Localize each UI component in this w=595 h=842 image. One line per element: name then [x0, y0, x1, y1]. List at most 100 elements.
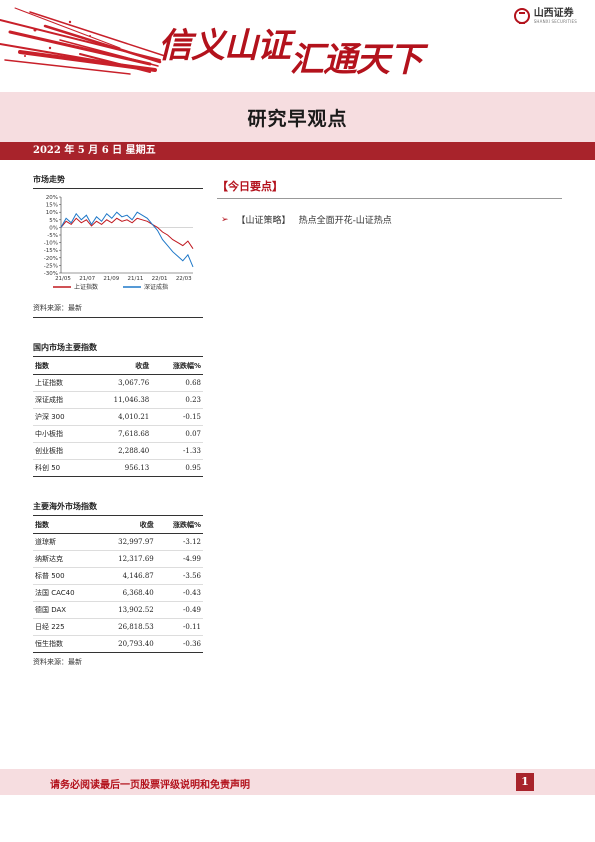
index-name: 深证成指	[33, 391, 88, 409]
title-band: 研究早观点	[0, 92, 595, 142]
index-name: 纳斯达克	[33, 550, 98, 568]
y-tick-label: -20%	[44, 256, 58, 262]
col-header-change: 涨跌幅%	[155, 516, 203, 534]
market-trend-title: 市场走势	[33, 174, 203, 189]
page-number: 1	[516, 773, 534, 791]
legend-label: 上证指数	[74, 283, 98, 291]
y-tick-label: 0%	[49, 225, 58, 231]
x-tick-label: 22/01	[152, 276, 168, 282]
close-value: 4,010.21	[87, 408, 152, 426]
close-value: 3,067.76	[87, 374, 152, 392]
close-value: 32,997.97	[97, 533, 156, 551]
table-row: 纳斯达克 12,317.69 -4.99	[33, 550, 203, 568]
close-value: 11,046.38	[87, 391, 152, 409]
disclaimer-notice: 请务必阅读最后一页股票评级说明和免责声明	[50, 780, 250, 791]
legend-label: 深证成指	[144, 283, 168, 291]
news-text[interactable]: 热点全面开花-山证热点	[299, 213, 392, 226]
change-percent: -0.11	[155, 618, 203, 636]
change-percent: 0.68	[151, 374, 203, 392]
left-column: 市场走势 20% 15% 10% 5% 0% -5% -10% -15% -20% -25% -30…	[33, 174, 203, 671]
x-tick-label: 21/09	[103, 276, 119, 282]
news-item[interactable]: ➢ 【山证策略】 热点全面开花-山证热点	[217, 213, 562, 227]
logo-name-en: SHANXI SECURITIES	[533, 18, 577, 24]
logo-mark-icon	[513, 8, 530, 24]
domestic-indices-title: 国内市场主要指数	[33, 342, 203, 357]
index-name: 日经 225	[33, 618, 98, 636]
index-name: 创业板指	[33, 442, 88, 460]
domestic-indices-table: 指数 收盘 涨跌幅% 上证指数 3,067.76 0.68 深证成指 11,046.38…	[33, 357, 203, 477]
change-percent: -3.56	[155, 567, 203, 585]
close-value: 7,618.68	[87, 425, 152, 443]
logo-name-cn: 山西证券	[533, 7, 574, 19]
close-value: 956.13	[87, 459, 152, 477]
trend-chart-svg: 20%15%10%5%0%-5%-10%-15%-20%-25%-30%21/0…	[44, 195, 194, 291]
page-title: 研究早观点	[247, 107, 348, 130]
news-tag: 【山证策略】	[236, 216, 291, 226]
table-row: 上证指数 3,067.76 0.68	[33, 374, 203, 392]
table-row: 中小板指 7,618.68 0.07	[33, 425, 203, 443]
close-value: 6,368.40	[97, 584, 156, 602]
col-header-close: 收盘	[97, 516, 156, 534]
index-name: 法国 CAC40	[33, 584, 98, 602]
index-name: 标普 500	[33, 567, 98, 585]
change-percent: -0.49	[155, 601, 203, 619]
change-percent: 0.95	[151, 459, 203, 477]
index-name: 上证指数	[33, 374, 88, 392]
close-value: 4,146.87	[97, 567, 156, 585]
table-row: 标普 500 4,146.87 -3.56	[33, 567, 203, 585]
today-highlights-title: 【今日要点】	[217, 178, 562, 199]
slogan-part1: 信义山证	[158, 26, 291, 66]
y-tick-label: 5%	[49, 218, 58, 224]
slogan: 信义山证汇通天下	[158, 18, 423, 80]
right-column: 【今日要点】 ➢ 【山证策略】 热点全面开花-山证热点	[217, 178, 562, 226]
x-tick-label: 21/11	[128, 276, 144, 282]
x-tick-label: 22/03	[176, 276, 192, 282]
overseas-indices-title: 主要海外市场指数	[33, 501, 203, 516]
close-value: 20,793.40	[97, 635, 156, 653]
y-tick-label: -5%	[47, 233, 58, 239]
footer-bar: 请务必阅读最后一页股票评级说明和免责声明 1	[0, 769, 595, 795]
table-row: 沪深 300 4,010.21 -0.15	[33, 408, 203, 426]
y-tick-label: 10%	[46, 210, 58, 216]
col-header-change: 涨跌幅%	[151, 357, 203, 375]
change-percent: -1.33	[151, 442, 203, 460]
close-value: 2,288.40	[87, 442, 152, 460]
col-header-close: 收盘	[87, 357, 152, 375]
company-logo: 山西证券 SHANXI SECURITIES	[513, 7, 577, 24]
y-tick-label: -15%	[44, 248, 58, 254]
y-tick-label: -25%	[44, 263, 58, 269]
table-source: 资料来源：最新	[33, 658, 82, 666]
index-name: 恒生指数	[33, 635, 98, 653]
close-value: 13,902.52	[97, 601, 156, 619]
table-row: 恒生指数 20,793.40 -0.36	[33, 635, 203, 653]
col-header-index: 指数	[33, 357, 88, 375]
index-name: 沪深 300	[33, 408, 88, 426]
change-percent: -3.12	[155, 533, 203, 551]
table-row: 科创 50 956.13 0.95	[33, 459, 203, 477]
y-tick-label: 20%	[46, 195, 58, 201]
market-trend-chart: 20% 15% 10% 5% 0% -5% -10% -15% -20% -25% -30% 21/0…	[33, 189, 203, 299]
change-percent: -0.43	[155, 584, 203, 602]
close-value: 26,818.53	[97, 618, 156, 636]
date-bar: 2022 年 5 月 6 日 星期五	[0, 142, 595, 160]
slogan-part2: 汇通天下	[290, 40, 423, 80]
close-value: 12,317.69	[97, 550, 156, 568]
index-name: 科创 50	[33, 459, 88, 477]
table-row: 深证成指 11,046.38 0.23	[33, 391, 203, 409]
x-tick-label: 21/07	[79, 276, 95, 282]
table-row: 道琼斯 32,997.97 -3.12	[33, 533, 203, 551]
header-banner: 信义山证汇通天下 山西证券 SHANXI SECURITIES	[0, 0, 595, 92]
arrow-bullet-icon: ➢	[221, 214, 229, 225]
table-row: 日经 225 26,818.53 -0.11	[33, 618, 203, 636]
index-name: 道琼斯	[33, 533, 98, 551]
index-name: 中小板指	[33, 425, 88, 443]
x-tick-label: 21/05	[55, 276, 71, 282]
table-row: 法国 CAC40 6,368.40 -0.43	[33, 584, 203, 602]
index-name: 德国 DAX	[33, 601, 98, 619]
series-line-1	[60, 217, 194, 249]
change-percent: 0.07	[151, 425, 203, 443]
change-percent: -0.15	[151, 408, 203, 426]
y-tick-label: -10%	[44, 241, 58, 247]
change-percent: 0.23	[151, 391, 203, 409]
chart-source: 资料来源：最新	[33, 299, 203, 318]
